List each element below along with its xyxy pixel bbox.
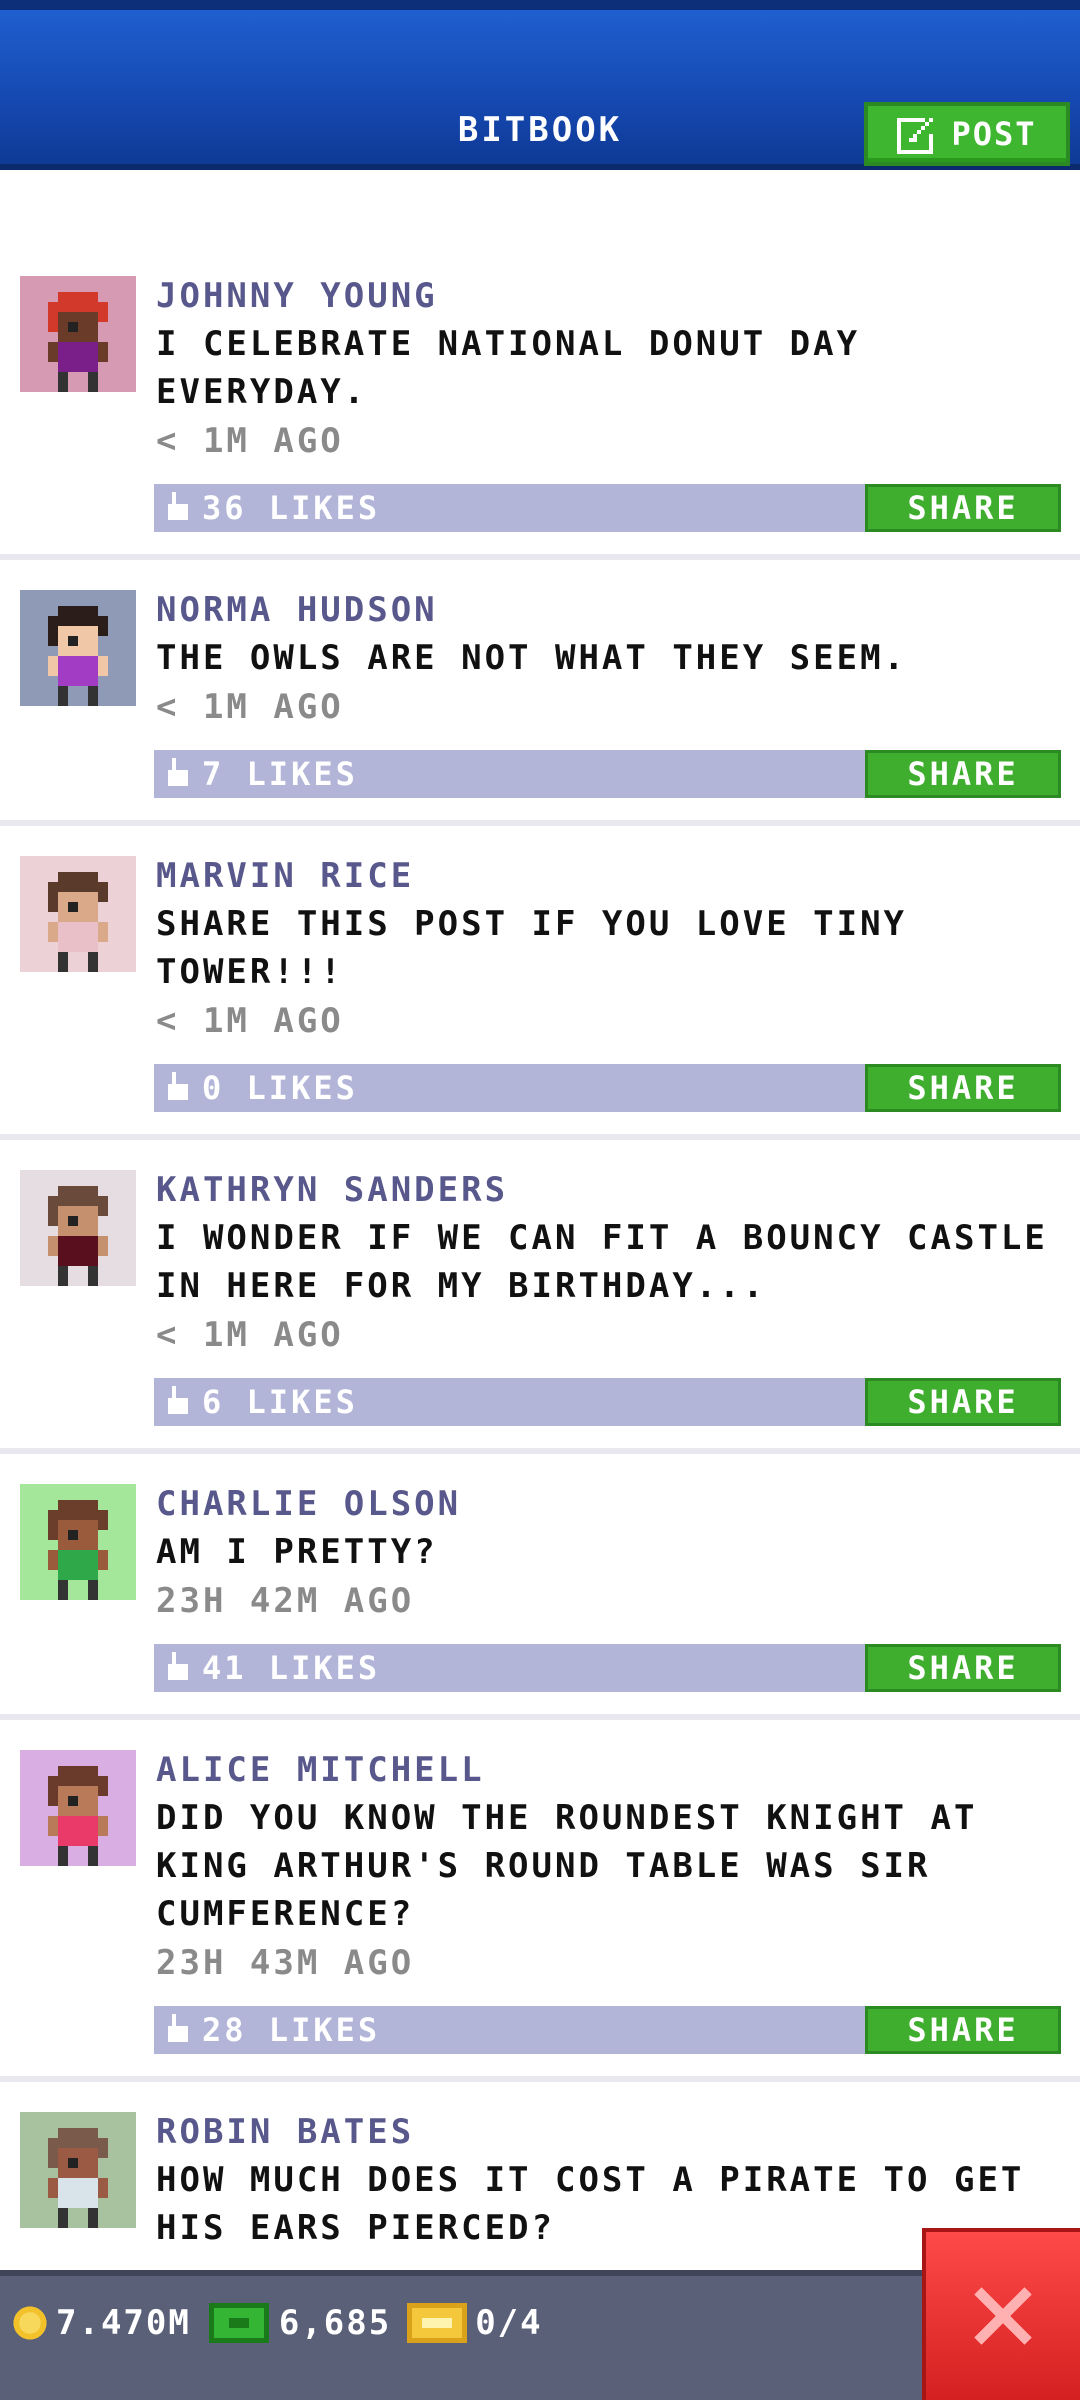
close-icon [974, 2287, 1032, 2345]
post-time: < 1M AGO [156, 1315, 344, 1355]
feed-post: ROBIN BATES HOW MUCH DOES IT COST A PIRA… [0, 2082, 1080, 2270]
post-button[interactable]: POST [864, 102, 1070, 166]
post-time: < 1M AGO [156, 421, 344, 461]
feed-list[interactable]: JOHNNY YOUNG I CELEBRATE NATIONAL DONUT … [0, 246, 1080, 2270]
like-bar: 6 LIKES SHARE [154, 1378, 1061, 1426]
coins-value: 7.470M [56, 2303, 191, 2343]
avatar[interactable] [20, 276, 136, 392]
post-author: ROBIN BATES [156, 2112, 415, 2152]
avatar[interactable] [20, 1750, 136, 1866]
post-time: < 1M AGO [156, 1001, 344, 1041]
character-sprite-icon [48, 1186, 108, 1286]
post-time: 23H 43M AGO [156, 1943, 415, 1983]
thumbs-up-icon [168, 1652, 188, 1680]
like-count[interactable]: 41 LIKES [154, 1649, 380, 1687]
bux-value: 6,685 [278, 2303, 392, 2343]
bux-stat: 6,685 [207, 2303, 391, 2343]
share-button[interactable]: SHARE [865, 484, 1061, 532]
avatar[interactable] [20, 1170, 136, 1286]
feed-post: KATHRYN SANDERS I WONDER IF WE CAN FIT A… [0, 1140, 1080, 1454]
post-message: SHARE THIS POST IF YOU LOVE TINY TOWER!!… [156, 904, 931, 992]
thumbs-up-icon [168, 1072, 188, 1100]
share-button[interactable]: SHARE [865, 1644, 1061, 1692]
like-bar: 0 LIKES SHARE [154, 1064, 1061, 1112]
character-sprite-icon [48, 606, 108, 706]
likes-label: 41 LIKES [202, 1649, 381, 1687]
feed-post: ALICE MITCHELL DID YOU KNOW THE ROUNDEST… [0, 1720, 1080, 2082]
tickets-value: 0/4 [475, 2303, 543, 2343]
thumbs-up-icon [168, 492, 188, 520]
share-button[interactable]: SHARE [865, 750, 1061, 798]
likes-label: 7 LIKES [202, 755, 358, 793]
post-author: JOHNNY YOUNG [156, 276, 438, 316]
feed-post: CHARLIE OLSON AM I PRETTY? 23H 42M AGO 4… [0, 1454, 1080, 1720]
like-count[interactable]: 6 LIKES [154, 1383, 358, 1421]
feed-post: JOHNNY YOUNG I CELEBRATE NATIONAL DONUT … [0, 246, 1080, 560]
feed-post: NORMA HUDSON THE OWLS ARE NOT WHAT THEY … [0, 560, 1080, 826]
app-header: BITBOOK POST [0, 0, 1080, 170]
avatar[interactable] [20, 2112, 136, 2228]
character-sprite-icon [48, 872, 108, 972]
avatar[interactable] [20, 1484, 136, 1600]
thumbs-up-icon [168, 2014, 188, 2042]
character-sprite-icon [48, 1766, 108, 1866]
likes-label: 28 LIKES [202, 2011, 381, 2049]
post-message: I CELEBRATE NATIONAL DONUT DAY EVERYDAY. [156, 324, 884, 412]
like-count[interactable]: 7 LIKES [154, 755, 358, 793]
likes-label: 36 LIKES [202, 489, 381, 527]
thumbs-up-icon [168, 1386, 188, 1414]
post-author: NORMA HUDSON [156, 590, 438, 630]
share-button[interactable]: SHARE [865, 1378, 1061, 1426]
post-time: 23H 42M AGO [156, 1581, 415, 1621]
character-sprite-icon [48, 2128, 108, 2228]
thumbs-up-icon [168, 758, 188, 786]
like-bar: 28 LIKES SHARE [154, 2006, 1061, 2054]
post-message: THE OWLS ARE NOT WHAT THEY SEEM. [156, 638, 908, 678]
share-button[interactable]: SHARE [865, 2006, 1061, 2054]
avatar[interactable] [20, 590, 136, 706]
post-author: MARVIN RICE [156, 856, 415, 896]
like-count[interactable]: 28 LIKES [154, 2011, 380, 2049]
like-count[interactable]: 0 LIKES [154, 1069, 358, 1107]
tickets-stat: 0/4 [407, 2303, 542, 2343]
like-bar: 36 LIKES SHARE [154, 484, 1061, 532]
ticket-icon [407, 2303, 468, 2343]
like-count[interactable]: 36 LIKES [154, 489, 380, 527]
post-message: I WONDER IF WE CAN FIT A BOUNCY CASTLE I… [156, 1218, 1072, 1306]
feed-post: MARVIN RICE SHARE THIS POST IF YOU LOVE … [0, 826, 1080, 1140]
edit-icon [897, 118, 934, 154]
post-message: AM I PRETTY? [156, 1532, 438, 1572]
bux-icon [208, 2303, 269, 2343]
likes-label: 6 LIKES [202, 1383, 358, 1421]
post-author: CHARLIE OLSON [156, 1484, 462, 1524]
like-bar: 41 LIKES SHARE [154, 1644, 1061, 1692]
character-sprite-icon [48, 1500, 108, 1600]
share-button[interactable]: SHARE [865, 1064, 1061, 1112]
likes-label: 0 LIKES [202, 1069, 358, 1107]
avatar[interactable] [20, 856, 136, 972]
coins-stat: 7.470M [12, 2303, 191, 2343]
close-button[interactable] [922, 2228, 1080, 2400]
character-sprite-icon [48, 292, 108, 392]
status-bar: 7.470M 6,685 0/4 [0, 2270, 1080, 2400]
post-author: KATHRYN SANDERS [156, 1170, 509, 1210]
post-message: DID YOU KNOW THE ROUNDEST KNIGHT AT KING… [156, 1798, 1001, 1934]
post-button-label: POST [951, 115, 1037, 153]
coin-icon [13, 2306, 47, 2340]
like-bar: 7 LIKES SHARE [154, 750, 1061, 798]
post-time: < 1M AGO [156, 687, 344, 727]
post-author: ALICE MITCHELL [156, 1750, 485, 1790]
